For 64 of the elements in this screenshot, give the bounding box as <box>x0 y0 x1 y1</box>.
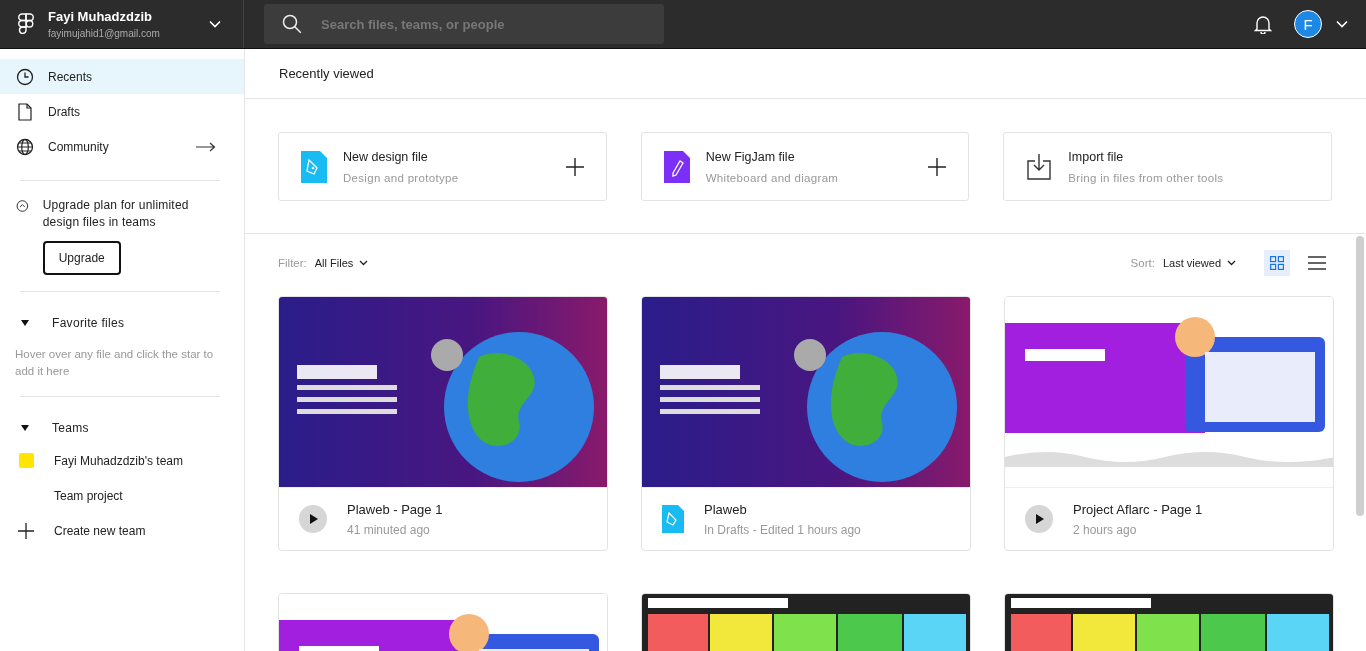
file-subtitle: In Drafts - Edited 1 hours ago <box>704 522 861 537</box>
chevron-down-icon <box>209 20 221 28</box>
caret-down-icon[interactable] <box>20 318 30 328</box>
filter-label: Filter: <box>278 257 307 269</box>
notifications-button[interactable] <box>1254 14 1272 34</box>
upgrade-message: Upgrade plan for unlimited design files in teams <box>42 197 190 231</box>
play-icon <box>299 505 327 533</box>
page-title: Recently viewed <box>279 66 374 81</box>
action-card[interactable]: New FigJam file Whiteboard and diagram <box>640 132 970 201</box>
scrollbar-thumb[interactable] <box>1356 236 1364 516</box>
sidebar-item[interactable]: Drafts <box>0 94 244 129</box>
action-title: New design file <box>343 149 429 164</box>
logo-icon <box>18 13 34 35</box>
account-email: fayimujahid1@gmail.com <box>48 28 161 39</box>
figjam-file-icon <box>663 150 690 183</box>
play-icon <box>1025 505 1053 533</box>
design-file-icon <box>662 505 684 533</box>
import-icon <box>1026 152 1053 181</box>
sort-label: Sort: <box>1130 257 1155 269</box>
grid-icon <box>1270 256 1284 270</box>
file-card[interactable]: Plaweb In Drafts - Edited 1 hours ago <box>641 296 971 551</box>
action-subtitle: Design and prototype <box>343 171 460 184</box>
action-card[interactable]: Import file Bring in files from other tools <box>1003 132 1332 201</box>
team-item[interactable]: Fayi Muhadzdzib's team <box>54 453 183 468</box>
file-title: Plaweb - Page 1 <box>347 501 443 517</box>
sort-dropdown[interactable]: Last viewed <box>1162 257 1236 269</box>
file-title: Plaweb <box>704 501 748 517</box>
search-field[interactable]: Search files, teams, or people <box>264 4 664 44</box>
action-subtitle: Whiteboard and diagram <box>705 171 840 184</box>
sidebar-item[interactable]: Community <box>0 129 244 164</box>
globe-icon <box>16 137 34 156</box>
create-team-link[interactable]: Create new team <box>54 523 146 538</box>
clock-icon <box>16 67 34 86</box>
chevron-down-icon <box>1336 20 1348 28</box>
chevron-down-icon <box>1227 260 1236 266</box>
grid-view-button[interactable] <box>1264 250 1290 276</box>
favorites-hint: Hover over any file and click the star to add it here <box>14 347 215 379</box>
sidebar-item[interactable]: Recents <box>0 59 244 94</box>
plus-icon <box>18 522 34 539</box>
action-card[interactable]: New design file Design and prototype <box>278 132 607 201</box>
filter-dropdown[interactable]: All Files <box>314 257 369 269</box>
account-name: Fayi Muhadzdzib <box>48 9 153 24</box>
file-title: Project Aflarc - Page 1 <box>1073 501 1203 517</box>
action-title: Import file <box>1068 149 1125 164</box>
file-icon <box>18 102 32 121</box>
bell-icon <box>1254 14 1272 34</box>
action-subtitle: Bring in files from other tools <box>1068 171 1225 184</box>
chevron-up-circle-icon <box>16 197 29 215</box>
action-title: New FigJam file <box>705 149 796 164</box>
upgrade-button[interactable]: Upgrade <box>42 241 121 275</box>
account-switcher[interactable]: Fayi Muhadzdzib fayimujahid1@gmail.com <box>0 0 244 48</box>
file-card[interactable]: Plaweb - Page 1 41 minuted ago <box>278 296 608 551</box>
file-subtitle: 41 minuted ago <box>347 522 431 537</box>
file-subtitle: 2 hours ago <box>1073 522 1138 537</box>
design-file-icon <box>301 150 327 183</box>
chevron-down-icon <box>359 260 369 266</box>
section-title[interactable]: Teams <box>52 421 89 435</box>
list-icon <box>1308 256 1326 270</box>
profile-menu[interactable]: F <box>1294 10 1348 38</box>
team-item[interactable]: Team project <box>54 488 123 503</box>
avatar: F <box>1294 10 1322 38</box>
file-card[interactable]: Project Aflarc - Page 1 2 hours ago <box>1004 296 1334 551</box>
caret-down-icon[interactable] <box>20 423 30 433</box>
section-title[interactable]: Favorite files <box>52 316 125 330</box>
